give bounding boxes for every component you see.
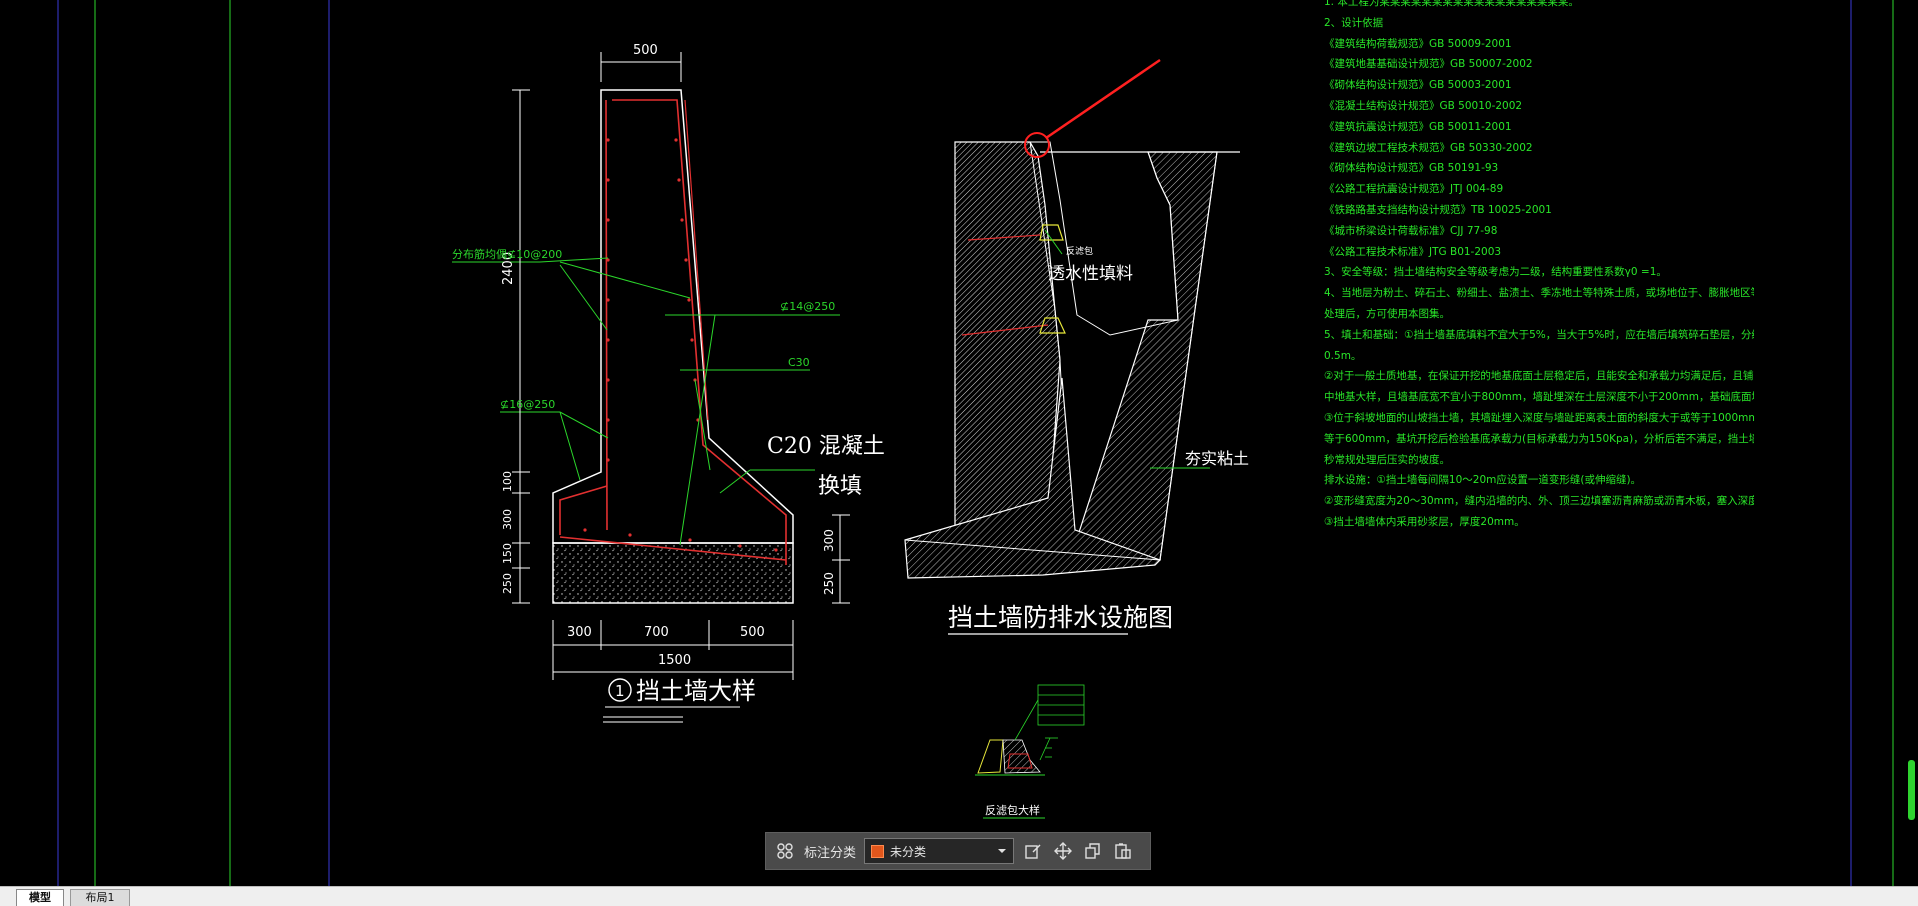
note-line: ②对于一般土质地基，在保证开挖的地基底面土层稳定后，且能安全和承载力均满足后，且…	[1324, 370, 1754, 383]
scrollbar-thumb[interactable]	[1908, 760, 1915, 820]
note-line: 5、填土和基础：①挡土墙基底填料不宜大于5%，当大于5%时，应在墙后填筑碎石垫层…	[1324, 328, 1754, 341]
highlight-arrow	[1045, 58, 1161, 140]
note-line: ③挡土墙墙体内采用砂浆层，厚度20mm。	[1324, 515, 1525, 528]
dim-bottom-300: 300	[567, 625, 592, 640]
filter-pack-label: 反滤包	[1066, 245, 1093, 257]
note-line: 等于600mm，基坑开挖后检验基底承载力(目标承载力为150Kpa)，分析后若不…	[1324, 432, 1754, 445]
dim-total: 1500	[658, 653, 691, 668]
layout-tab-bar: 模型 布局1	[0, 886, 1918, 906]
dim-top: 500	[633, 43, 658, 58]
dim-250-left: 250	[501, 573, 514, 594]
category-label: 标注分类	[804, 845, 857, 861]
note-line: 中地基大样，且墙基底宽不宜小于800mm，墙趾埋深在土层深度不小于200mm，基…	[1324, 391, 1754, 404]
note-line: 《城市桥梁设计荷载标准》CJJ 77-98	[1324, 224, 1498, 237]
concrete-note-line1: C20 混凝土	[767, 434, 885, 459]
note-line: 《建筑结构荷载规范》GB 50009-2001	[1324, 37, 1512, 50]
grid-menu-icon[interactable]	[774, 840, 796, 862]
paste-icon[interactable]	[1112, 840, 1134, 862]
dim-300-right: 300	[822, 529, 836, 552]
retaining-wall-detail[interactable]: 500 2400 100 300 150 250 300 250 300 700…	[452, 43, 885, 723]
design-notes: 1. 本工程为某某某某某某某某某某某某某某某某某某。 2、设计依据《建筑结构荷载规…	[1324, 0, 1754, 533]
note-line: 4、当地层为粉土、碎石土、粉细土、盐渍土、季冻地土等特殊土质，或场地位于、膨胀地…	[1324, 287, 1754, 300]
note-line: 1. 本工程为某某某某某某某某某某某某某某某某某某。	[1324, 0, 1579, 8]
annotation-toolbar: 标注分类 未分类	[765, 832, 1151, 870]
compacted-clay-label: 夯实粘土	[1185, 449, 1249, 468]
dim-150: 150	[501, 543, 514, 564]
note-line: ②变形缝宽度为20～30mm，缝内沿墙的内、外、顶三边填塞沥青麻筋或沥青木板，塞…	[1324, 495, 1754, 508]
note-line: 秒常规处理后压实的坡度。	[1324, 453, 1450, 466]
note-line: 3、安全等级：挡土墙结构安全等级考虑为二级，结构重要性系数γ0 =1。	[1324, 266, 1667, 279]
dim-300-left: 300	[501, 509, 514, 530]
note-line: 2、设计依据	[1324, 16, 1384, 29]
tab-model[interactable]: 模型	[16, 889, 64, 906]
detail-number: 1	[615, 682, 625, 700]
note-line: 《公路工程抗震设计规范》JTJ 004-89	[1324, 183, 1504, 196]
concrete-note-line2: 换填	[818, 474, 862, 499]
permeable-fill-label: 透水性填料	[1048, 264, 1133, 284]
rebar-16-label: ⊈16@250	[500, 398, 555, 411]
dim-bottom-500: 500	[740, 625, 765, 640]
category-select[interactable]: 未分类	[864, 838, 1015, 864]
rebar-14-label: ⊈14@250	[780, 300, 835, 313]
note-line: 《混凝土结构设计规范》GB 50010-2002	[1324, 99, 1523, 112]
note-line: ③位于斜坡地面的山坡挡土墙，其墙趾埋入深度与墙趾距离表土面的斜度大于或等于100…	[1324, 411, 1754, 424]
note-line: 《铁路路基支挡结构设计规范》TB 10025-2001	[1324, 203, 1552, 216]
dim-250-right: 250	[822, 572, 836, 595]
chevron-down-icon	[998, 849, 1007, 853]
rebar-c30-label: C30	[788, 356, 810, 369]
note-line: 《建筑边坡工程技术规范》GB 50330-2002	[1324, 141, 1533, 154]
rebar-distribution-label: 分布筋均偶⊈10@200	[452, 247, 562, 261]
wall-detail-title: 挡土墙大样	[636, 677, 756, 705]
note-line: 《公路工程技术标准》JTG B01-2003	[1324, 245, 1502, 258]
dim-100: 100	[501, 471, 514, 492]
note-line: 0.5m。	[1324, 349, 1362, 362]
move-icon[interactable]	[1052, 840, 1074, 862]
note-line: 处理后，方可使用本图集。	[1324, 307, 1450, 320]
note-line: 《建筑抗震设计规范》GB 50011-2001	[1324, 120, 1512, 133]
category-value: 未分类	[890, 844, 927, 859]
drainage-drawing[interactable]: 反滤包 透水性填料 夯实粘土 挡土墙防排水设施图	[904, 58, 1249, 635]
category-color-swatch	[871, 844, 885, 858]
note-line: 《砌体结构设计规范》GB 50003-2001	[1324, 79, 1512, 92]
tab-layout1[interactable]: 布局1	[70, 889, 130, 906]
filter-pack-small-detail[interactable]: 反滤包大样	[975, 684, 1085, 819]
dim-bottom-700: 700	[644, 625, 669, 640]
copy-icon[interactable]	[1082, 840, 1104, 862]
small-detail-title: 反滤包大样	[985, 803, 1040, 817]
drainage-title: 挡土墙防排水设施图	[948, 603, 1173, 632]
note-line: 排水设施：①挡土墙每间隔10～20m应设置一道变形缝(或伸缩缝)。	[1324, 474, 1642, 487]
note-line: 《砌体结构设计规范》GB 50191-93	[1324, 162, 1499, 175]
note-line: 《建筑地基基础设计规范》GB 50007-2002	[1324, 58, 1533, 71]
edit-icon[interactable]	[1022, 840, 1044, 862]
